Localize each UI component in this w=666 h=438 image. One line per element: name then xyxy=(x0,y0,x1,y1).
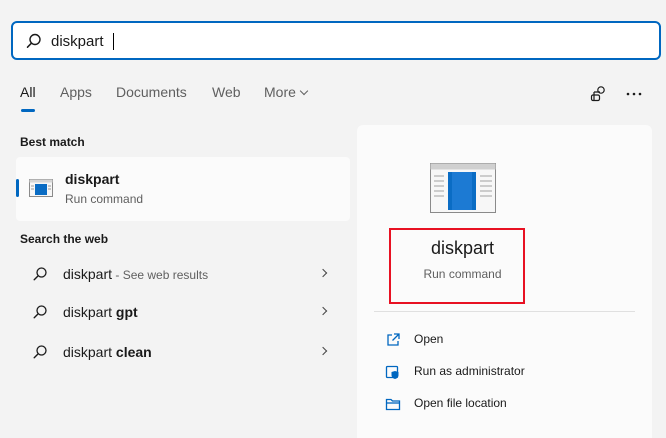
detail-panel: diskpart Run command Open Run as adminis… xyxy=(357,125,652,438)
more-options-icon[interactable] xyxy=(624,84,644,104)
selection-indicator xyxy=(16,179,19,197)
web-result-query: diskpart xyxy=(63,266,113,282)
active-tab-indicator xyxy=(21,109,35,112)
best-match-title: diskpart xyxy=(65,171,120,187)
annotation-highlight-box xyxy=(389,228,525,304)
open-file-location-action[interactable]: Open file location xyxy=(385,393,625,415)
run-command-app-icon xyxy=(430,163,496,213)
tab-apps[interactable]: Apps xyxy=(60,84,92,100)
web-result-suggestion: gpt xyxy=(115,304,138,320)
run-command-app-icon xyxy=(29,179,53,197)
web-result-text: diskpart clean xyxy=(63,344,152,360)
best-match-result[interactable]: diskpart Run command xyxy=(16,157,350,221)
tab-more[interactable]: More xyxy=(264,84,309,100)
web-result-item[interactable]: diskpart clean xyxy=(16,335,350,369)
divider xyxy=(374,311,635,312)
web-result-query: diskpart xyxy=(63,304,116,320)
chevron-down-icon xyxy=(299,86,309,96)
web-result-item[interactable]: diskpart - See web results xyxy=(16,257,350,291)
web-result-text: diskpart - See web results xyxy=(63,266,208,282)
web-result-hint: - See web results xyxy=(112,268,209,282)
filter-tabs: All Apps Documents Web More xyxy=(0,84,666,112)
search-box[interactable] xyxy=(11,21,661,60)
chevron-right-icon xyxy=(318,268,328,278)
open-icon xyxy=(387,333,400,346)
people-icon[interactable] xyxy=(588,84,608,104)
search-input[interactable] xyxy=(51,29,611,53)
chevron-right-icon xyxy=(318,306,328,316)
run-as-admin-action[interactable]: Run as administrator xyxy=(385,361,625,383)
search-web-heading: Search the web xyxy=(20,232,109,246)
tab-documents[interactable]: Documents xyxy=(116,84,187,100)
search-icon xyxy=(33,345,47,359)
search-icon xyxy=(26,33,41,48)
shield-icon xyxy=(385,365,399,379)
tab-more-label: More xyxy=(264,84,296,100)
web-result-item[interactable]: diskpart gpt xyxy=(16,295,350,329)
text-caret xyxy=(113,33,114,50)
tab-web[interactable]: Web xyxy=(212,84,241,100)
web-result-text: diskpart gpt xyxy=(63,304,138,320)
best-match-heading: Best match xyxy=(20,135,85,149)
chevron-right-icon xyxy=(318,346,328,356)
run-as-admin-label: Run as administrator xyxy=(414,364,525,378)
open-action-label: Open xyxy=(414,332,444,346)
web-result-query: diskpart xyxy=(63,344,116,360)
search-icon xyxy=(33,267,47,281)
open-action[interactable]: Open xyxy=(385,329,625,351)
best-match-subtitle: Run command xyxy=(65,192,144,206)
web-result-suggestion: clean xyxy=(115,344,152,360)
tab-all[interactable]: All xyxy=(20,84,36,100)
open-file-location-label: Open file location xyxy=(414,396,507,410)
folder-icon xyxy=(385,398,401,411)
search-icon xyxy=(33,305,47,319)
